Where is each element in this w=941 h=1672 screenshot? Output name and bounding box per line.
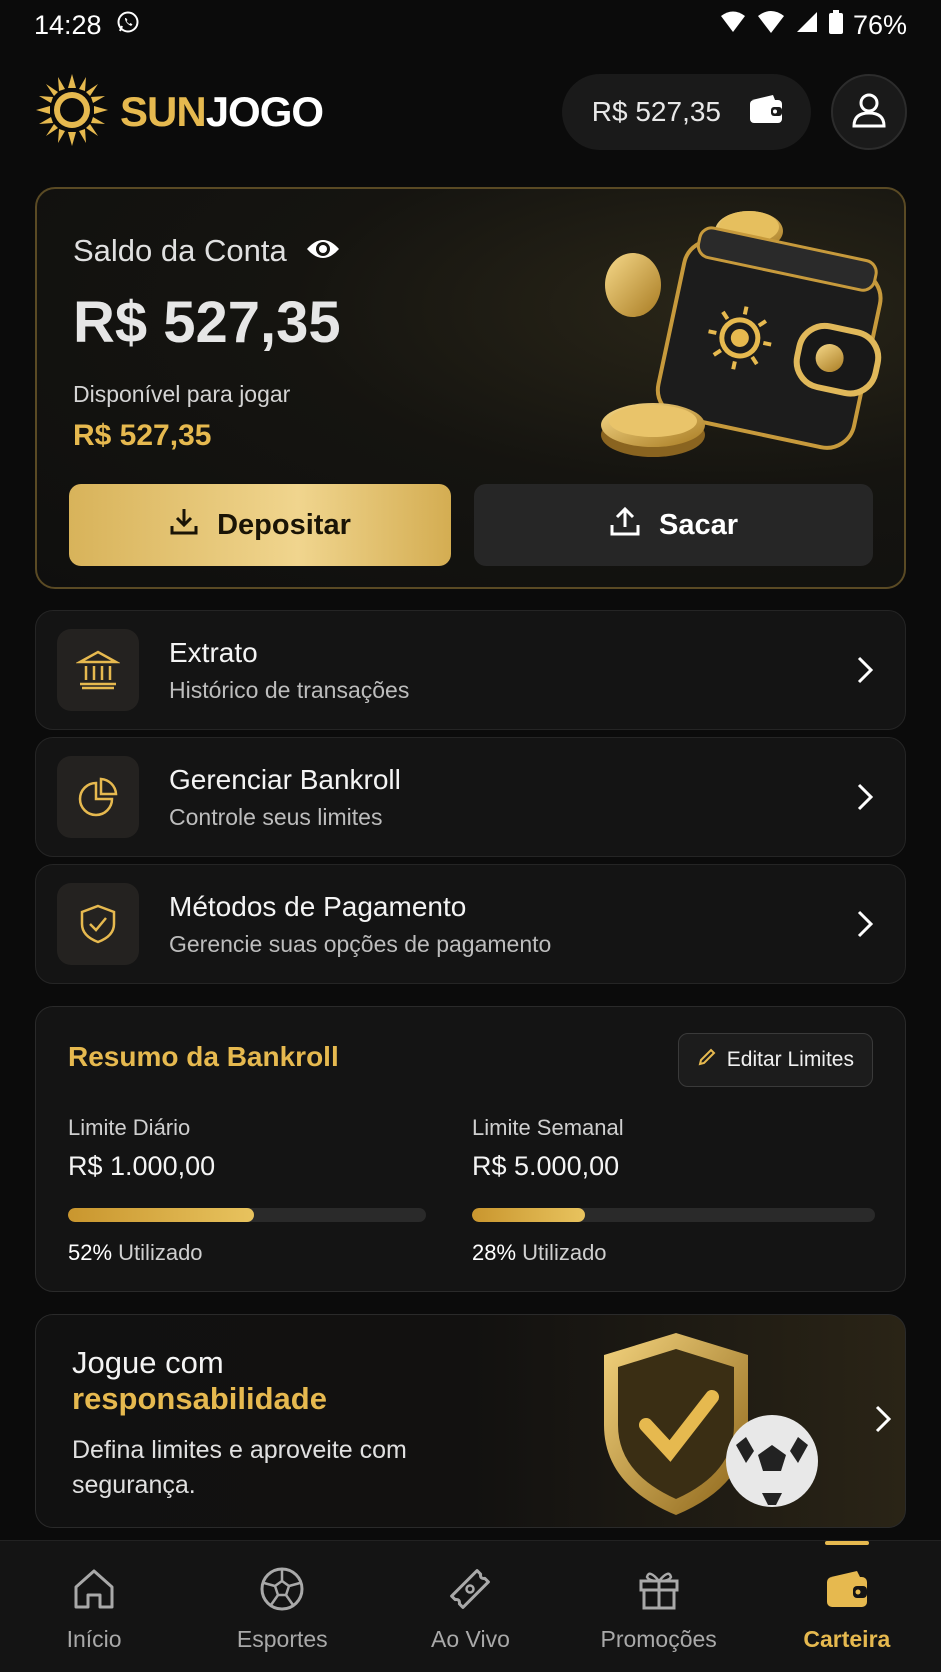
deposit-button[interactable]: Depositar — [69, 484, 451, 566]
bottom-navigation: Início Esportes Ao Vivo Promoções Cartei… — [0, 1540, 941, 1672]
app-header: SUNJOGO R$ 527,35 — [34, 72, 907, 152]
wallet-icon — [749, 94, 783, 131]
weekly-limit: Limite Semanal R$ 5.000,00 28% Utilizado — [472, 1115, 875, 1266]
download-icon — [169, 506, 199, 544]
daily-limit: Limite Diário R$ 1.000,00 52% Utilizado — [68, 1115, 426, 1266]
menu-title: Métodos de Pagamento — [169, 890, 467, 922]
status-bar: 14:28 76% — [0, 0, 941, 50]
nav-label: Carteira — [803, 1626, 891, 1652]
nav-item-inicio[interactable]: Início — [0, 1541, 188, 1672]
promo-text: Defina limites e aproveite com segurança… — [72, 1436, 407, 1499]
balance-label-row: Saldo da Conta — [73, 233, 341, 269]
nav-label: Ao Vivo — [431, 1626, 510, 1652]
weekly-limit-value: R$ 5.000,00 — [472, 1151, 620, 1181]
withdraw-label: Sacar — [658, 508, 738, 541]
status-right: 76% — [719, 9, 907, 41]
signal-icon — [795, 10, 819, 41]
daily-limit-percent: 52% — [68, 1240, 113, 1265]
pencil-icon — [697, 1047, 717, 1073]
menu-item-extrato[interactable]: Extrato Histórico de transações — [35, 610, 906, 730]
chevron-right-icon — [835, 781, 875, 813]
header-balance-pill[interactable]: R$ 527,35 — [561, 74, 811, 150]
daily-limit-used-label: Utilizado — [118, 1240, 203, 1265]
nav-label: Início — [66, 1626, 122, 1652]
balance-card: Saldo da Conta R$ 527,35 Disponível para… — [35, 187, 906, 589]
daily-limit-progress — [68, 1208, 426, 1222]
nav-label: Promoções — [600, 1626, 717, 1652]
menu-subtitle: Controle seus limites — [169, 803, 383, 830]
daily-limit-progress-fill — [68, 1208, 255, 1222]
upload-icon — [609, 505, 641, 545]
eye-icon[interactable] — [305, 233, 341, 269]
chevron-right-icon — [835, 654, 875, 686]
menu-subtitle: Histórico de transações — [169, 676, 410, 703]
logo-wordmark: SUNJOGO — [120, 88, 324, 136]
weekly-limit-label: Limite Semanal — [472, 1115, 624, 1140]
home-icon — [70, 1565, 118, 1618]
edit-limits-label: Editar Limites — [726, 1048, 854, 1071]
wifi-icon — [757, 10, 785, 41]
hotspot-icon — [719, 10, 747, 41]
edit-limits-button[interactable]: Editar Limites — [677, 1033, 873, 1087]
ticket-icon — [446, 1565, 494, 1618]
user-icon — [850, 91, 888, 134]
menu-subtitle: Gerencie suas opções de pagamento — [169, 930, 552, 957]
nav-item-promocoes[interactable]: Promoções — [565, 1541, 753, 1672]
weekly-limit-used-label: Utilizado — [522, 1240, 607, 1265]
status-left: 14:28 — [34, 10, 140, 41]
active-nav-indicator — [824, 1541, 869, 1545]
nav-item-ao-vivo[interactable]: Ao Vivo — [376, 1541, 564, 1672]
available-label: Disponível para jogar — [73, 381, 291, 407]
chevron-right-icon — [835, 908, 875, 940]
daily-limit-label: Limite Diário — [68, 1115, 191, 1140]
soccer-ball-icon — [258, 1565, 306, 1618]
shield-check-icon — [57, 883, 139, 965]
chevron-right-icon[interactable] — [873, 1403, 893, 1440]
balance-label: Saldo da Conta — [73, 233, 287, 268]
wallet-illustration — [597, 195, 897, 465]
available-amount: R$ 527,35 — [73, 419, 212, 452]
promo-title: Jogue com responsabilidade — [72, 1345, 327, 1416]
whatsapp-icon — [116, 10, 140, 41]
balance-amount: R$ 527,35 — [73, 290, 341, 355]
bank-icon — [57, 629, 139, 711]
header-balance: R$ 527,35 — [591, 96, 721, 127]
menu-title: Extrato — [169, 636, 258, 668]
profile-button[interactable] — [831, 74, 907, 150]
battery-percent: 76% — [852, 9, 907, 40]
responsible-gaming-banner[interactable]: Jogue com responsabilidade Defina limite… — [35, 1314, 906, 1528]
promo-title-line1: Jogue com — [72, 1345, 224, 1380]
logo-sun-text: SUN — [120, 88, 207, 135]
bankroll-title: Resumo da Bankroll — [68, 1041, 339, 1072]
sunjogo-logo[interactable]: SUNJOGO — [34, 72, 324, 153]
weekly-limit-progress-fill — [472, 1208, 585, 1222]
wallet-icon — [823, 1565, 871, 1618]
promo-title-highlight: responsabilidade — [72, 1380, 327, 1416]
shield-ball-illustration — [576, 1325, 876, 1525]
sun-logo-icon — [34, 72, 110, 153]
menu-item-payment-methods[interactable]: Métodos de Pagamento Gerencie suas opçõe… — [35, 864, 906, 984]
nav-item-esportes[interactable]: Esportes — [188, 1541, 376, 1672]
bankroll-summary-card: Resumo da Bankroll Editar Limites Limite… — [35, 1006, 906, 1292]
nav-item-carteira[interactable]: Carteira — [753, 1541, 941, 1672]
daily-limit-usage: 52% Utilizado — [68, 1240, 426, 1266]
deposit-label: Depositar — [217, 508, 351, 541]
pie-chart-icon — [57, 756, 139, 838]
withdraw-button[interactable]: Sacar — [474, 484, 873, 566]
battery-icon — [828, 9, 843, 41]
menu-item-bankroll[interactable]: Gerenciar Bankroll Controle seus limites — [35, 737, 906, 857]
menu-title: Gerenciar Bankroll — [169, 763, 401, 795]
daily-limit-value: R$ 1.000,00 — [68, 1151, 216, 1181]
weekly-limit-percent: 28% — [472, 1240, 517, 1265]
nav-label: Esportes — [236, 1626, 328, 1652]
weekly-limit-progress — [472, 1208, 875, 1222]
weekly-limit-usage: 28% Utilizado — [472, 1240, 875, 1266]
gift-icon — [635, 1565, 683, 1618]
header-actions: R$ 527,35 — [561, 74, 907, 150]
status-time: 14:28 — [34, 9, 102, 40]
logo-jogo-text: JOGO — [205, 88, 324, 135]
